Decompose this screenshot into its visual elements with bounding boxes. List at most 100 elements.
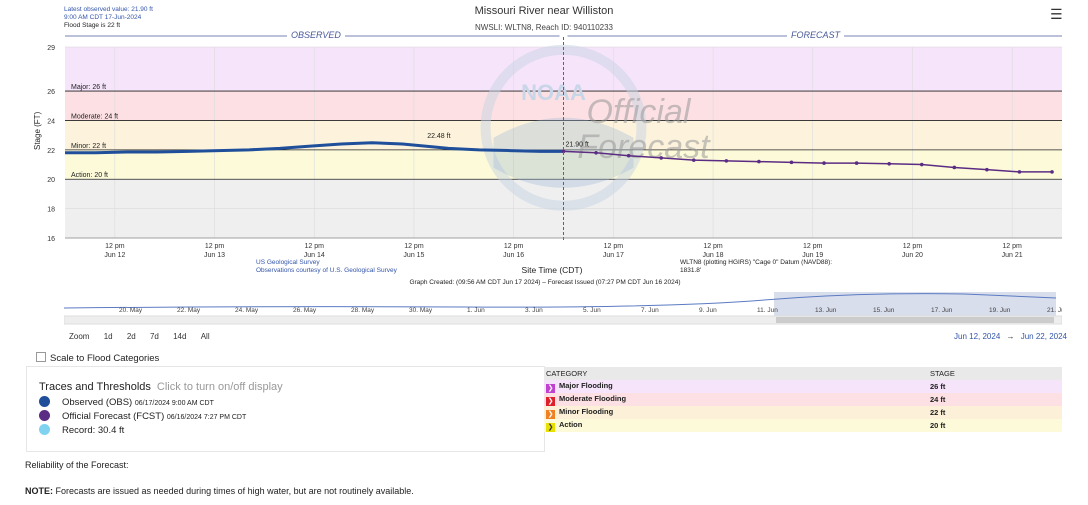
- graph-created-note: Graph Created: (09:56 AM CDT Jun 17 2024…: [409, 279, 681, 286]
- legend-item-forecast[interactable]: Official Forecast (FCST) 06/16/2024 7:27…: [39, 410, 246, 422]
- navigator-date-label: 9. Jun: [699, 307, 717, 314]
- forecast-point: [919, 162, 924, 167]
- stage-header: STAGE: [930, 369, 955, 378]
- legend-item-observed[interactable]: Observed (OBS) 06/17/2024 9:00 AM CDT: [39, 396, 214, 408]
- navigator-date-label: 5. Jun: [583, 307, 601, 314]
- latest-annotation: 21.90 ft: [566, 141, 589, 148]
- navigator-date-label: 22. May: [177, 307, 201, 314]
- scale-checkbox-label: Scale to Flood Categories: [50, 353, 160, 364]
- note-label: NOTE:: [25, 486, 53, 496]
- zoom-all-button[interactable]: All: [197, 330, 214, 343]
- category-name: Action: [559, 419, 583, 429]
- usgs-link[interactable]: US Geological Survey: [256, 259, 397, 267]
- zoom-7d-button[interactable]: 7d: [146, 330, 163, 343]
- category-name: Minor Flooding: [559, 406, 614, 416]
- note-text: Forecasts are issued as needed during ti…: [55, 486, 414, 496]
- navigator-date-label: 1. Jun: [467, 307, 485, 314]
- category-row-moderate: ❯ Moderate Flooding 24 ft: [544, 393, 1062, 406]
- x-tick-label: 12 pm: [903, 243, 923, 250]
- forecast-point: [691, 158, 696, 162]
- x-axis-title: Site Time (CDT): [521, 265, 583, 275]
- navigator-scrollbar-thumb: [776, 317, 1054, 323]
- legend-title-text: Traces and Thresholds: [39, 381, 151, 393]
- category-stage: 24 ft: [930, 395, 946, 404]
- navigator-date-label: 17. Jun: [931, 307, 953, 314]
- x-tick-label: 12 pm: [803, 243, 823, 250]
- category-header: CATEGORY: [546, 369, 588, 378]
- y-tick-label: 20: [47, 177, 55, 184]
- x-tick-date-label: Jun 21: [1002, 252, 1023, 259]
- chevron-right-icon: ❯: [546, 422, 555, 432]
- chevron-right-icon: ❯: [546, 396, 555, 406]
- category-stage: 20 ft: [930, 421, 946, 430]
- navigator-date-label: 21. Jun: [1047, 307, 1062, 314]
- scale-to-flood-categories[interactable]: Scale to Flood Categories: [36, 352, 159, 364]
- forecast-point: [626, 153, 631, 158]
- category-table-header: CATEGORY STAGE: [544, 367, 1062, 380]
- navigator-date-label: 30. May: [409, 307, 433, 314]
- x-tick-label: 12 pm: [205, 243, 225, 250]
- record-dot-icon: [39, 424, 50, 435]
- legend-observed-label: Observed (OBS): [62, 397, 133, 408]
- legend-item-record[interactable]: Record: 30.4 ft: [39, 424, 124, 436]
- navigator-date-label: 7. Jun: [641, 307, 659, 314]
- y-tick-label: 29: [47, 45, 55, 52]
- x-tick-label: 12 pm: [604, 243, 624, 250]
- zoom-14d-button[interactable]: 14d: [169, 330, 190, 343]
- category-stage: 22 ft: [930, 408, 946, 417]
- forecast-dot-icon: [39, 410, 50, 421]
- range-end-input[interactable]: Jun 22, 2024: [1021, 332, 1067, 341]
- threshold-label: Moderate: 24 ft: [71, 113, 118, 120]
- x-tick-date-label: Jun 15: [403, 252, 424, 259]
- forecast-point: [1017, 170, 1022, 174]
- forecast-point: [1050, 170, 1054, 174]
- zoom-label: Zoom: [69, 332, 90, 341]
- x-tick-label: 12 pm: [404, 243, 424, 250]
- zoom-2d-button[interactable]: 2d: [123, 330, 140, 343]
- x-tick-label: 12 pm: [305, 243, 325, 250]
- datum-note: WLTN8 (plotting HGIRS) "Cage 0" Datum (N…: [680, 259, 850, 275]
- y-tick-label: 18: [47, 207, 55, 214]
- range-start-input[interactable]: Jun 12, 2024: [954, 332, 1000, 341]
- navigator-date-label: 13. Jun: [815, 307, 837, 314]
- navigator-date-label: 3. Jun: [525, 307, 543, 314]
- x-tick-label: 12 pm: [105, 243, 125, 250]
- datum-line-1: WLTN8 (plotting HGIRS) "Cage 0" Datum (N…: [680, 259, 833, 266]
- x-tick-date-label: Jun 20: [902, 252, 923, 259]
- legend-forecast-label: Official Forecast (FCST): [62, 411, 165, 422]
- forecast-point: [659, 156, 664, 160]
- x-tick-date-label: Jun 16: [503, 252, 524, 259]
- forecast-point: [822, 161, 826, 165]
- x-tick-date-label: Jun 18: [703, 252, 724, 259]
- forecast-point: [594, 150, 598, 155]
- forecast-point: [887, 162, 891, 166]
- x-tick-label: 12 pm: [1002, 243, 1022, 250]
- forecast-point: [789, 160, 794, 165]
- navigator-date-label: 20. May: [119, 307, 143, 314]
- category-row-action: ❯ Action 20 ft: [544, 419, 1062, 432]
- usgs-credit[interactable]: US Geological Survey Observations courte…: [256, 259, 397, 275]
- chevron-right-icon: ❯: [546, 409, 555, 419]
- x-tick-date-label: Jun 17: [603, 252, 624, 259]
- usgs-observations-link[interactable]: Observations courtesy of U.S. Geological…: [256, 267, 397, 275]
- range-navigator[interactable]: 20. May 22. May 24. May 26. May 28. May 30. M…: [64, 290, 1062, 326]
- scale-checkbox[interactable]: [36, 352, 46, 362]
- x-tick-date-label: Jun 13: [204, 252, 225, 259]
- navigator-date-label: 15. Jun: [873, 307, 895, 314]
- legend-record-label: Record: 30.4 ft: [62, 425, 125, 436]
- forecast-label: FORECAST: [787, 30, 845, 40]
- x-tick-date-label: Jun 12: [104, 252, 125, 259]
- navigator-date-label: 28. May: [351, 307, 375, 314]
- traces-legend: Traces and Thresholds Click to turn on/of…: [26, 366, 545, 452]
- x-tick-date-label: Jun 14: [304, 252, 325, 259]
- forecast-point: [724, 159, 729, 163]
- flood-category-table: CATEGORY STAGE ❯ Major Flooding 26 ft ❯ Mo…: [544, 367, 1062, 432]
- navigator-date-label: 26. May: [293, 307, 317, 314]
- forecast-note: NOTE: Forecasts are issued as needed dur…: [25, 486, 414, 496]
- noaa-logo-text: NOAA: [521, 80, 586, 105]
- zoom-1d-button[interactable]: 1d: [100, 330, 117, 343]
- category-name: Major Flooding: [559, 380, 613, 390]
- range-arrow: →: [1006, 332, 1015, 341]
- forecast-point: [854, 161, 859, 165]
- chevron-right-icon: ❯: [546, 383, 555, 393]
